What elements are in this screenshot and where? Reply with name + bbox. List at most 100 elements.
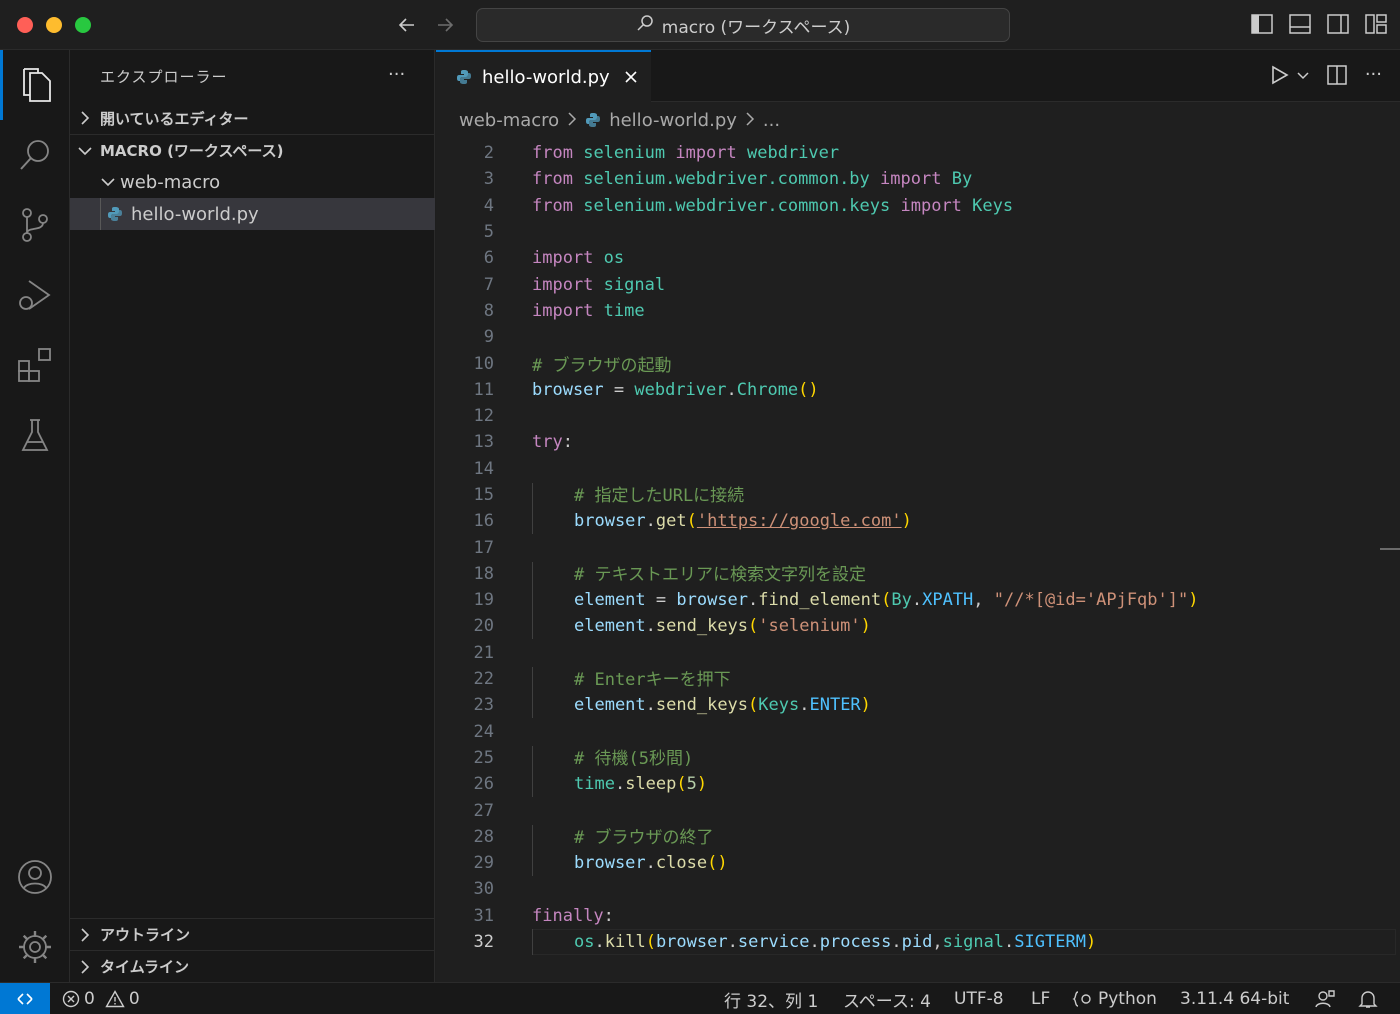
line-number: 7: [483, 274, 494, 295]
back-arrow-icon[interactable]: [392, 10, 422, 40]
line-number: 13: [473, 432, 494, 453]
line-number: 2: [483, 143, 494, 164]
line-number: 26: [473, 774, 494, 795]
line-number: 21: [473, 642, 494, 663]
extensions-icon[interactable]: [0, 330, 70, 400]
line-number-current: 32: [473, 932, 494, 953]
tab-hello-world-py[interactable]: hello-world.py: [436, 50, 651, 102]
open-editors-section[interactable]: 開いているエディター: [70, 102, 435, 134]
line-number: 9: [483, 327, 494, 348]
cursor-position[interactable]: 行 32、列 1: [724, 983, 818, 1014]
scrollbar-marker: [1380, 548, 1400, 550]
search-icon[interactable]: [0, 120, 70, 190]
timeline-section[interactable]: タイムライン: [70, 950, 435, 982]
toggle-secondary-sidebar-icon[interactable]: [1326, 12, 1350, 36]
remote-indicator-icon[interactable]: [0, 983, 50, 1014]
run-and-debug-icon[interactable]: [0, 260, 70, 330]
sidebar-title: エクスプローラー: [100, 68, 228, 86]
chevron-right-icon: [70, 111, 100, 125]
indentation-setting[interactable]: スペース: 4: [843, 983, 931, 1014]
play-icon: [1272, 65, 1289, 84]
chevron-right-icon: [70, 927, 100, 942]
error-icon: [62, 990, 80, 1008]
tree-indent-guide: [100, 198, 101, 230]
line-number: 10: [473, 353, 494, 374]
line-number: 30: [473, 879, 494, 900]
code-comment: # 指定したURLに接続: [574, 486, 745, 507]
language-mode[interactable]: Python: [1072, 983, 1157, 1014]
code-comment: # ブラウザの終了: [574, 827, 714, 848]
open-editors-label: 開いているエディター: [100, 109, 249, 128]
minimize-window-button[interactable]: [46, 17, 62, 33]
file-hello-world-py[interactable]: hello-world.py: [70, 198, 435, 230]
command-center-search[interactable]: macro (ワークスペース): [476, 8, 1010, 42]
line-number: 3: [483, 169, 494, 190]
code-comment: # Enterキーを押下: [574, 670, 731, 691]
status-bar: 0 0 行 32、列 1 スペース: 4 UTF-8 LF Python 3.1…: [0, 982, 1400, 1014]
forward-arrow-icon[interactable]: [430, 10, 460, 40]
tab-label: hello-world.py: [482, 66, 610, 88]
breadcrumb-folder[interactable]: web-macro: [459, 110, 559, 131]
feedback-icon[interactable]: [1314, 983, 1336, 1014]
line-number: 24: [473, 721, 494, 742]
line-number: 14: [473, 458, 494, 479]
explorer-sidebar: エクスプローラー ··· 開いているエディター MACRO (ワークスペース) …: [70, 50, 435, 982]
customize-layout-icon[interactable]: [1364, 12, 1388, 36]
line-number: 27: [473, 800, 494, 821]
python-interpreter[interactable]: 3.11.4 64-bit: [1180, 983, 1289, 1014]
line-number: 18: [473, 563, 494, 584]
testing-flask-icon[interactable]: [0, 400, 70, 470]
encoding-setting[interactable]: UTF-8: [954, 983, 1004, 1014]
notifications-bell-icon[interactable]: [1358, 983, 1378, 1014]
line-number: 28: [473, 826, 494, 847]
folder-label: web-macro: [120, 171, 221, 193]
chevron-down-icon: [1297, 71, 1309, 79]
toggle-primary-sidebar-icon[interactable]: [1250, 12, 1274, 36]
code-editor[interactable]: 2 from selenium import webdriver 3 from se…: [436, 138, 1400, 982]
run-python-file-button[interactable]: [1271, 65, 1309, 85]
chevron-right-icon: [567, 110, 577, 131]
split-editor-icon[interactable]: [1327, 64, 1347, 85]
python-file-icon: [585, 112, 601, 128]
line-number: 29: [473, 853, 494, 874]
warning-count: 0: [128, 989, 140, 1009]
folder-web-macro[interactable]: web-macro: [70, 166, 435, 198]
line-number: 23: [473, 695, 494, 716]
explorer-icon[interactable]: [0, 50, 70, 120]
chevron-right-icon: [70, 959, 100, 974]
line-number: 11: [473, 379, 494, 400]
workspace-section[interactable]: MACRO (ワークスペース): [70, 134, 435, 166]
line-number: 16: [473, 511, 494, 532]
settings-gear-icon[interactable]: [0, 912, 70, 982]
line-number: 4: [483, 195, 494, 216]
problems-indicator[interactable]: 0 0: [62, 983, 140, 1014]
close-tab-icon[interactable]: [624, 70, 638, 84]
eol-setting[interactable]: LF: [1031, 983, 1050, 1014]
outline-label: アウトライン: [100, 926, 191, 944]
line-number: 8: [483, 300, 494, 321]
chevron-down-icon: [70, 145, 100, 157]
toggle-panel-icon[interactable]: [1288, 12, 1312, 36]
more-actions-button[interactable]: ···: [388, 64, 405, 85]
line-number: 31: [473, 905, 494, 926]
outline-section[interactable]: アウトライン: [70, 918, 435, 950]
breadcrumb-symbol[interactable]: ...: [763, 110, 780, 131]
line-number: 12: [473, 406, 494, 427]
workspace-label: MACRO (ワークスペース): [100, 142, 284, 160]
editor-more-actions-button[interactable]: ···: [1365, 64, 1382, 85]
code-comment: # テキストエリアに検索文字列を設定: [574, 564, 866, 585]
error-count: 0: [84, 989, 95, 1009]
line-number: 20: [473, 616, 494, 637]
close-window-button[interactable]: [17, 17, 33, 33]
line-number: 5: [483, 222, 494, 243]
source-control-icon[interactable]: [0, 190, 70, 260]
breadcrumb-file[interactable]: hello-world.py: [609, 110, 737, 131]
code-comment: # ブラウザの起動: [532, 356, 672, 377]
warning-icon: [105, 990, 125, 1008]
search-icon: [636, 14, 654, 37]
zoom-window-button[interactable]: [75, 17, 91, 33]
editor-tabs: hello-world.py ···: [436, 50, 1400, 102]
chevron-down-icon: [96, 176, 120, 188]
code-comment: # 待機(5秒間): [574, 748, 694, 769]
accounts-icon[interactable]: [0, 842, 70, 912]
